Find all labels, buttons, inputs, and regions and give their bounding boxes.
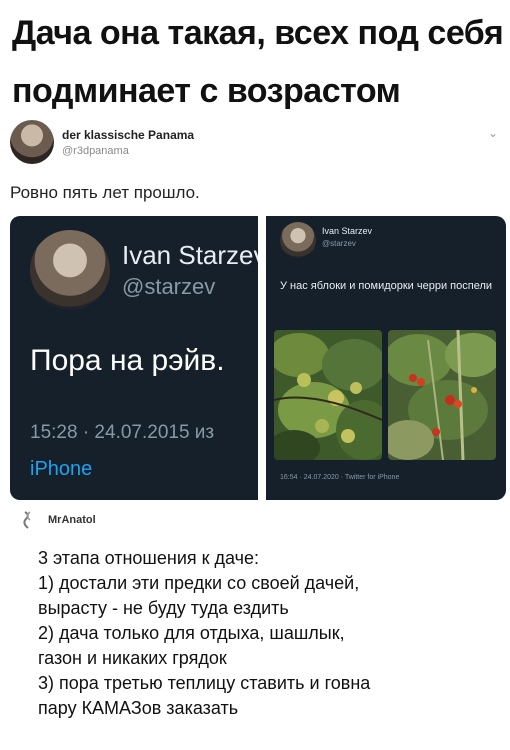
comment-line: 3 этапа отношения к даче:	[38, 548, 260, 568]
tomato-plants-photo	[388, 330, 496, 460]
headline-line-1: Дача она такая, всех под себя	[12, 14, 504, 52]
comment-line: газон и никаких грядок	[38, 648, 227, 668]
tweet-header: der klassische Panama @r3dpanama ⌄	[10, 120, 500, 172]
comment-body: 3 этапа отношения к даче: 1) достали эти…	[38, 546, 498, 721]
new-tweet-text: У нас яблоки и помидорки черри поспели	[280, 280, 493, 292]
avatar	[280, 222, 316, 258]
comment-line: пару КАМАЗов заказать	[38, 698, 239, 718]
tweet-author-name[interactable]: der klassische Panama	[62, 128, 194, 142]
avatar[interactable]	[10, 120, 54, 164]
old-tweet-text: Пора на рэйв.	[30, 344, 225, 377]
comment-user-icon	[23, 511, 31, 529]
divider	[258, 216, 266, 500]
chevron-down-icon[interactable]: ⌄	[488, 126, 498, 140]
old-tweet-device: iPhone	[30, 458, 93, 480]
apple-tree-photo	[274, 330, 382, 460]
new-tweet-screenshot: Ivan Starzev @starzev У нас яблоки и пом…	[266, 216, 506, 500]
comment-line: 3) пора третью теплицу ставить и говна	[38, 673, 371, 693]
comment-username[interactable]: MrAnatol	[48, 514, 96, 526]
new-tweet-author-name: Ivan Starzev	[322, 226, 373, 236]
tweet-text: Ровно пять лет прошло.	[10, 183, 200, 202]
comment-line: 2) дача только для отдыха, шашлык,	[38, 623, 345, 643]
old-tweet-timestamp: 15:28 · 24.07.2015 из	[30, 422, 215, 443]
new-tweet-author-handle: @starzev	[322, 239, 356, 248]
comment-line: 1) достали эти предки со своей дачей,	[38, 573, 360, 593]
old-tweet-screenshot: Ivan Starzev @starzev Пора на рэйв. 15:2…	[10, 216, 258, 500]
avatar	[30, 230, 110, 310]
new-tweet-timestamp: 16:54 · 24.07.2020 · Twitter for iPhone	[280, 474, 400, 481]
old-tweet-author-name: Ivan Starzev	[122, 240, 258, 270]
screenshot-comparison-card: Ivan Starzev @starzev Пора на рэйв. 15:2…	[10, 216, 506, 500]
tweet-author-handle[interactable]: @r3dpanama	[62, 145, 129, 157]
comment-line: вырасту - не буду туда ездить	[38, 598, 289, 618]
headline-line-2: подминает с возрастом	[12, 72, 401, 110]
old-tweet-author-handle: @starzev	[122, 274, 216, 299]
meme-headline: Дача она такая, всех под себя подминает …	[12, 4, 504, 120]
